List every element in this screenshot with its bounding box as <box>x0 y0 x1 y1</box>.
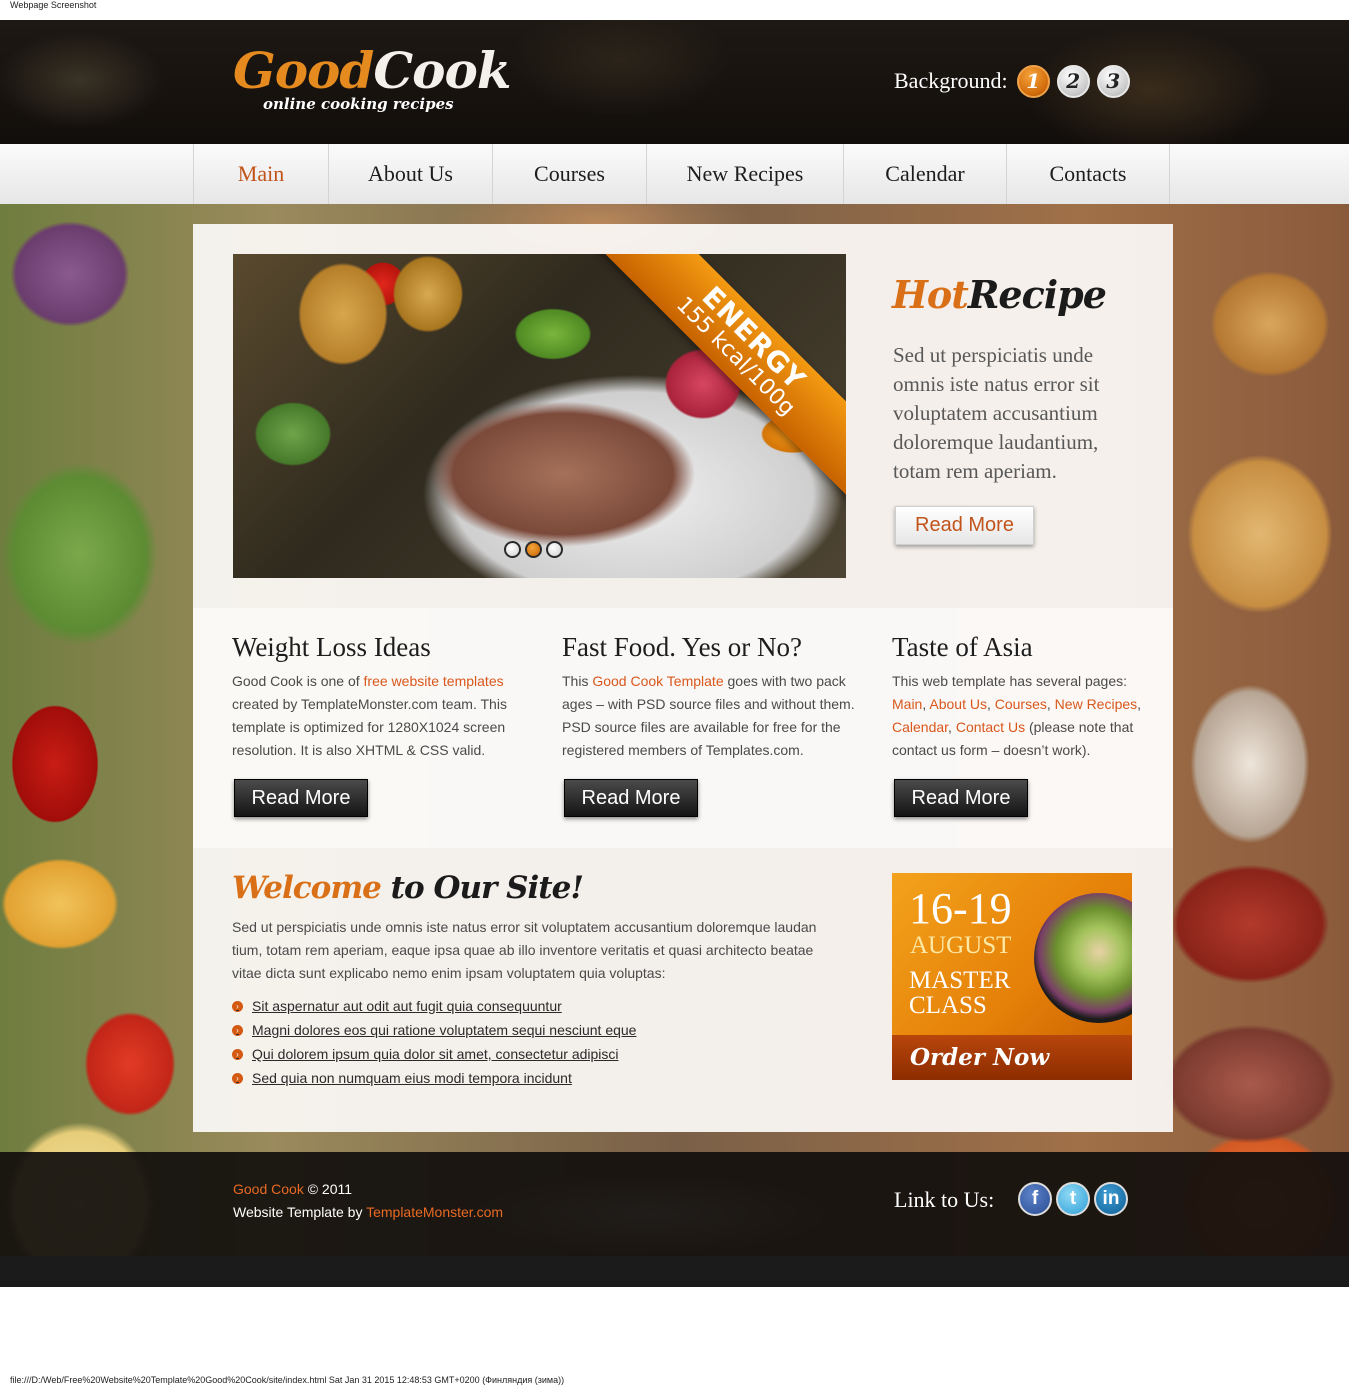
nav-item-new-recipes[interactable]: New Recipes <box>647 144 844 204</box>
background-option-2[interactable]: 2 <box>1056 64 1090 98</box>
nav-item-contacts[interactable]: Contacts <box>1007 144 1170 204</box>
footer-copyright: Good Cook © 2011 Website Template by Tem… <box>233 1181 504 1220</box>
footer-brand-link[interactable]: Good Cook <box>233 1181 304 1197</box>
slider-dot-2[interactable] <box>525 541 542 558</box>
logo-wordmark: GoodCook <box>233 45 512 97</box>
order-now-button[interactable]: Order Now <box>892 1035 1132 1080</box>
welcome-title: Welcome to Our Site! <box>232 870 584 906</box>
taste-of-asia-read-more-button[interactable]: Read More <box>894 779 1028 817</box>
page-link-courses[interactable]: Courses <box>995 696 1047 712</box>
footer <box>0 1152 1349 1256</box>
arrow-bullet-icon: › <box>232 1000 243 1012</box>
welcome-title-word: Welcome <box>232 870 382 906</box>
weight-loss-read-more-button[interactable]: Read More <box>234 779 368 817</box>
page-link-calendar[interactable]: Calendar <box>892 719 948 735</box>
column-text: This Good Cook Template goes with two pa… <box>562 673 855 758</box>
linkedin-icon[interactable]: in <box>1094 1182 1128 1216</box>
free-templates-link[interactable]: free website templates <box>364 673 504 689</box>
welcome-list-item[interactable]: › Qui dolorem ipsum quia dolor sit amet, … <box>232 1042 636 1066</box>
column-weight-loss: Weight Loss Ideas Good Cook is one of fr… <box>232 628 532 762</box>
slider-dot-3[interactable] <box>546 541 563 558</box>
nav-item-calendar[interactable]: Calendar <box>844 144 1007 204</box>
slider-dot-1[interactable] <box>504 541 521 558</box>
background-option-1[interactable]: 1 <box>1016 64 1050 98</box>
facebook-icon[interactable]: f <box>1018 1182 1052 1216</box>
fast-food-read-more-button[interactable]: Read More <box>564 779 698 817</box>
page-link-main[interactable]: Main <box>892 696 922 712</box>
nav-item-about-us[interactable]: About Us <box>329 144 493 204</box>
templatemonster-link[interactable]: TemplateMonster.com <box>366 1204 503 1220</box>
master-class-banner[interactable]: 16-19 AUGUST MASTER CLASS Order Now <box>892 873 1132 1080</box>
salad-bowl-image <box>1034 893 1132 1023</box>
page-url-caption: file:///D:/Web/Free%20Website%20Template… <box>10 1375 565 1385</box>
column-fast-food: Fast Food. Yes or No? This Good Cook Tem… <box>562 628 862 762</box>
welcome-link-list: › Sit aspernatur aut odit aut fugit quia … <box>232 994 636 1090</box>
page-link-new-recipes[interactable]: New Recipes <box>1055 696 1137 712</box>
good-cook-template-link[interactable]: Good Cook Template <box>592 673 723 689</box>
promo-title: MASTER CLASS <box>909 967 1011 1019</box>
arrow-bullet-icon: › <box>232 1072 243 1084</box>
hot-recipe-title-hot: Hot <box>892 272 969 317</box>
welcome-list-item[interactable]: › Magni dolores eos qui ratione voluptate… <box>232 1018 636 1042</box>
page-link-about-us[interactable]: About Us <box>929 696 987 712</box>
header-band <box>0 20 1349 144</box>
twitter-icon[interactable]: t <box>1056 1182 1090 1216</box>
nav-item-courses[interactable]: Courses <box>493 144 647 204</box>
recipe-slider[interactable]: ENERGY 155 kcal/100g <box>233 254 846 578</box>
slider-pagination <box>504 541 563 558</box>
background-switcher: Background: 1 2 3 <box>894 63 1137 99</box>
logo-word-cook: Cook <box>373 41 511 100</box>
column-title: Fast Food. Yes or No? <box>562 632 803 662</box>
arrow-bullet-icon: › <box>232 1024 243 1036</box>
column-taste-of-asia: Taste of Asia This web template has seve… <box>892 628 1152 762</box>
arrow-bullet-icon: › <box>232 1048 243 1060</box>
hot-recipe-title-recipe: Recipe <box>967 272 1107 317</box>
promo-month: AUGUST <box>910 932 1012 959</box>
link-to-us-label: Link to Us: <box>894 1187 995 1212</box>
nav-item-main[interactable]: Main <box>194 144 329 204</box>
welcome-list-item[interactable]: › Sed quia non numquam eius modi tempora … <box>232 1066 636 1090</box>
logo-word-good: Good <box>233 41 374 100</box>
hot-recipe-text: Sed ut perspiciatis unde omnis iste natu… <box>893 343 1100 483</box>
column-text: Good Cook is one of free website templat… <box>232 673 507 758</box>
welcome-title-rest: to Our Site! <box>380 870 584 906</box>
background-option-3[interactable]: 3 <box>1096 64 1130 98</box>
welcome-list-item[interactable]: › Sit aspernatur aut odit aut fugit quia … <box>232 994 636 1018</box>
hot-recipe-title: HotRecipe <box>892 272 1107 317</box>
main-nav: Main About Us Courses New Recipes Calend… <box>193 144 1170 204</box>
column-text: This web template has several pages: Mai… <box>892 673 1142 758</box>
promo-dates: 16-19 <box>909 884 1012 933</box>
screenshot-caption: Webpage Screenshot <box>10 0 97 10</box>
social-links: f t in <box>1018 1182 1128 1216</box>
column-title: Taste of Asia <box>892 632 1033 662</box>
background-label: Background: <box>894 68 1008 93</box>
page-link-contact-us[interactable]: Contact Us <box>956 719 1025 735</box>
footer-bottom-strip <box>0 1256 1349 1287</box>
welcome-text: Sed ut perspiciatis unde omnis iste natu… <box>232 919 817 981</box>
hot-recipe-read-more-button[interactable]: Read More <box>895 506 1034 545</box>
column-title: Weight Loss Ideas <box>232 632 431 662</box>
logo[interactable]: GoodCook online cooking recipes <box>233 45 512 114</box>
energy-ribbon: ENERGY 155 kcal/100g <box>587 254 846 505</box>
